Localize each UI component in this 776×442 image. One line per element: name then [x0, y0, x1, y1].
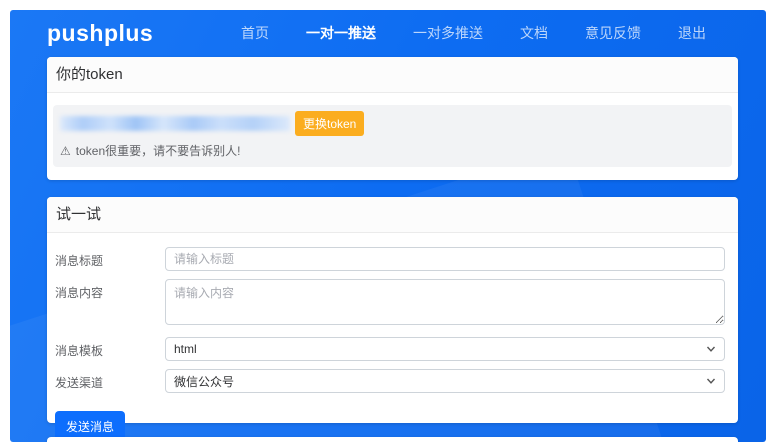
chevron-down-icon — [706, 344, 716, 354]
content-label: 消息内容 — [55, 279, 165, 325]
nav-item-docs[interactable]: 文档 — [520, 23, 548, 43]
template-select[interactable]: html — [165, 337, 725, 361]
push-form: 消息标题 消息内容 消息模板 html — [47, 233, 738, 442]
token-warning-text: token很重要，请不要告诉别人! — [76, 142, 241, 159]
nav-menu: 首页 一对一推送 一对多推送 文档 意见反馈 退出 — [241, 23, 706, 43]
warning-icon: ⚠ — [60, 144, 71, 158]
channel-select[interactable]: 微信公众号 — [165, 369, 725, 393]
nav-item-one-to-one-push[interactable]: 一对一推送 — [306, 23, 376, 43]
form-row-content: 消息内容 — [55, 279, 725, 325]
token-warning: ⚠ token很重要，请不要告诉别人! — [60, 142, 728, 159]
top-navbar: pushplus 首页 一对一推送 一对多推送 文档 意见反馈 退出 — [10, 10, 766, 56]
try-card-title: 试一试 — [47, 197, 738, 233]
channel-label: 发送渠道 — [55, 369, 165, 393]
channel-select-value: 微信公众号 — [174, 373, 706, 390]
template-select-value: html — [174, 342, 706, 356]
token-panel: 更换token ⚠ token很重要，请不要告诉别人! — [53, 105, 732, 167]
content-textarea[interactable] — [165, 279, 725, 325]
nav-item-home[interactable]: 首页 — [241, 23, 269, 43]
token-card-title: 你的token — [47, 57, 738, 93]
next-card-peek — [47, 437, 738, 442]
nav-item-logout[interactable]: 退出 — [678, 23, 706, 43]
brand-logo[interactable]: pushplus — [47, 20, 153, 47]
title-input[interactable] — [165, 247, 725, 271]
token-card: 你的token 更换token ⚠ token很重要，请不要告诉别人! — [47, 57, 738, 180]
token-value-redacted — [60, 116, 290, 131]
title-label: 消息标题 — [55, 247, 165, 271]
page-background: pushplus 首页 一对一推送 一对多推送 文档 意见反馈 退出 你的tok… — [10, 10, 766, 442]
form-row-template: 消息模板 html — [55, 337, 725, 361]
nav-item-one-to-many-push[interactable]: 一对多推送 — [413, 23, 483, 43]
form-row-title: 消息标题 — [55, 247, 725, 271]
nav-item-feedback[interactable]: 意见反馈 — [585, 23, 641, 43]
template-label: 消息模板 — [55, 337, 165, 361]
form-row-channel: 发送渠道 微信公众号 — [55, 369, 725, 393]
change-token-button[interactable]: 更换token — [295, 111, 364, 136]
try-card: 试一试 消息标题 消息内容 消息模板 html — [47, 197, 738, 423]
chevron-down-icon — [706, 376, 716, 386]
